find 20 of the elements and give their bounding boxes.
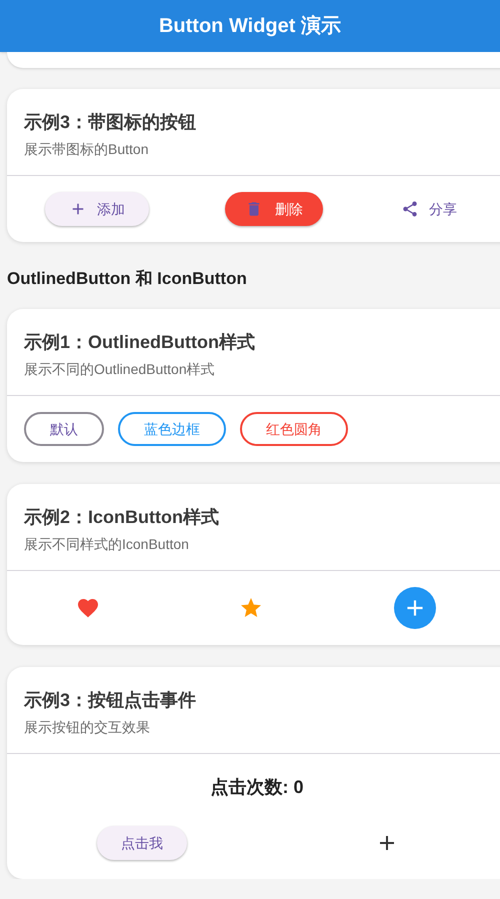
app-title: Button Widget 演示	[158, 14, 341, 39]
card-subtitle: 展示不同样式的IconButton	[24, 535, 190, 554]
card-title: 示例1：OutlinedButton样式	[24, 331, 256, 354]
outlined-button[interactable]: 默认	[24, 412, 104, 446]
share-button[interactable]: 分享	[399, 192, 459, 226]
tonal-button[interactable]: 点击我	[97, 826, 187, 860]
card-title: 示例3：按钮点击事件	[24, 689, 198, 712]
card-subtitle: 展示不同的OutlinedButton样式	[24, 360, 216, 379]
click-counter: 点击次数: 0	[210, 776, 304, 799]
section-heading: OutlinedButton 和 IconButton	[7, 268, 248, 290]
card-subtitle: 展示按钮的交互效果	[24, 718, 151, 737]
card-subtitle: 展示带图标的Button	[24, 140, 150, 159]
card-title: 示例2：IconButton样式	[24, 506, 220, 529]
share-icon	[401, 200, 419, 218]
card-title: 示例3：带图标的按钮	[24, 111, 198, 134]
outlined-button[interactable]: 红色圆角	[240, 412, 348, 446]
outlined-button[interactable]: 蓝色边框	[118, 412, 226, 446]
tonal-button[interactable]: 添加	[45, 192, 149, 226]
heart-icon	[76, 596, 100, 620]
delete-button[interactable]: 删除	[225, 192, 323, 226]
